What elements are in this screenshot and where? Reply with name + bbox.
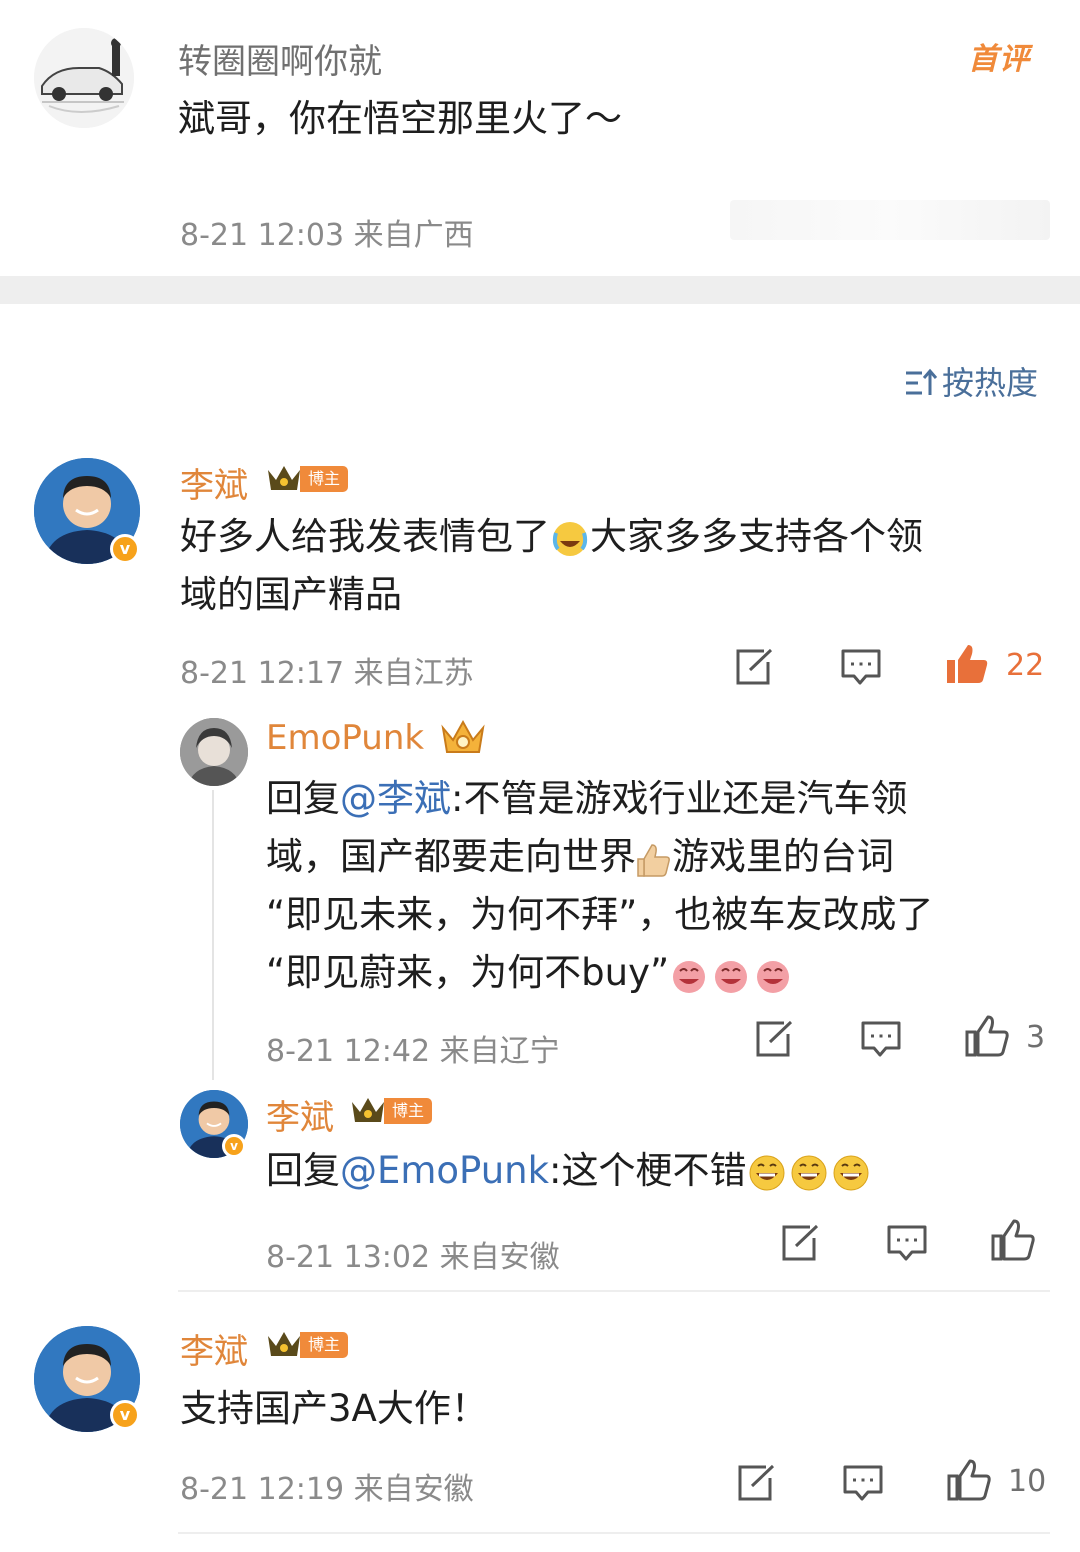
reply-text: 回复@EmoPunk:这个梗不错 [266, 1142, 873, 1200]
section-divider [0, 276, 1080, 304]
first-comment-badge: 首评 [968, 42, 1030, 77]
comment-meta: 8-21 12:03 来自广西 [180, 218, 474, 253]
like-count: 3 [1026, 1020, 1046, 1055]
thumbs-up-emoji-icon [637, 843, 670, 877]
reply-line: 域，国产都要走向世界 游戏里的台词 [266, 828, 1046, 886]
share-icon[interactable] [780, 1224, 820, 1262]
car-avatar-icon [34, 28, 134, 128]
author-tag: 博主 [384, 1098, 433, 1124]
reply-line: “即见蔚来，为何不buy” [266, 944, 1046, 1002]
reply-line: 回复@李斌:不管是游戏行业还是汽车领 [266, 770, 1046, 828]
reply-meta: 8-21 13:02 来自安徽 [266, 1240, 560, 1275]
author-tag: 博主 [300, 1332, 349, 1358]
verified-badge: v [110, 1400, 140, 1430]
username[interactable]: EmoPunk [266, 718, 424, 758]
comment-text: 好多人给我发表情包了 大家多多支持各个领 域的国产精品 [180, 508, 1040, 624]
like-count: 10 [1008, 1464, 1047, 1499]
grin-emoji-icon [749, 1155, 869, 1190]
sort-toggle[interactable]: 按热度 [904, 358, 1038, 404]
reply-line: “即见未来，为何不拜”，也被车友改成了 [266, 893, 934, 936]
mention-link[interactable]: @EmoPunk [340, 1149, 549, 1192]
like-count: 22 [1006, 648, 1045, 683]
crown-icon [441, 719, 485, 753]
comment-icon[interactable] [842, 1464, 884, 1502]
sort-icon [905, 368, 938, 395]
username[interactable]: 李斌 [180, 458, 248, 507]
child-avatar-icon [180, 718, 248, 786]
share-icon[interactable] [736, 1464, 776, 1502]
crown-icon [268, 466, 300, 490]
mention-link[interactable]: @李斌 [340, 777, 451, 820]
sort-label: 按热度 [941, 364, 1038, 402]
like-icon[interactable] [946, 1458, 992, 1502]
verified-badge: v [110, 534, 140, 564]
crown-icon [352, 1098, 384, 1122]
comment-icon[interactable] [840, 648, 882, 686]
blurred-actions [730, 200, 1050, 240]
reply-text: 回复@李斌:不管是游戏行业还是汽车领 域，国产都要走向世界 游戏里的台词 “即见未… [266, 770, 1046, 1002]
verified-badge: v [222, 1134, 246, 1158]
comment-text: 支持国产3A大作！ [180, 1387, 488, 1430]
reply-text-part: “即见蔚来，为何不buy” [266, 951, 670, 994]
comment-meta: 8-21 12:19 来自安徽 [180, 1472, 474, 1507]
reply-text-part: :不管是游戏行业还是汽车领 [451, 777, 908, 820]
username[interactable]: 李斌 [266, 1090, 334, 1139]
avatar[interactable] [34, 28, 134, 128]
like-icon[interactable] [944, 642, 990, 686]
like-icon[interactable] [990, 1218, 1036, 1262]
reply-text-part: 游戏里的台词 [672, 835, 894, 878]
crown-icon [268, 1332, 300, 1356]
reply-meta: 8-21 12:42 来自辽宁 [266, 1034, 560, 1069]
reply-text-part: 域，国产都要走向世界 [266, 835, 636, 878]
comment-text: 斌哥，你在悟空那里火了～ [178, 97, 622, 140]
reply-prefix: 回复 [266, 1149, 340, 1192]
reply-prefix: 回复 [266, 777, 340, 820]
comment-text-part: 好多人给我发表情包了 [180, 515, 550, 558]
reply-text-part: :这个梗不错 [549, 1149, 747, 1192]
share-icon[interactable] [754, 1020, 794, 1058]
thread-line [212, 790, 214, 1080]
pig-laugh-emoji-icon [673, 960, 790, 993]
author-tag: 博主 [300, 466, 349, 492]
comment-divider [178, 1532, 1050, 1534]
comment-icon[interactable] [886, 1224, 928, 1262]
username[interactable]: 李斌 [180, 1324, 248, 1373]
comment-meta: 8-21 12:17 来自江苏 [180, 656, 474, 691]
share-icon[interactable] [734, 648, 774, 686]
laugh-cry-emoji-icon [552, 521, 588, 556]
avatar[interactable] [180, 718, 248, 786]
username[interactable]: 转圈圈啊你就 [178, 34, 382, 83]
comment-icon[interactable] [860, 1020, 902, 1058]
like-icon[interactable] [964, 1014, 1010, 1058]
comment-divider [178, 1290, 1050, 1292]
